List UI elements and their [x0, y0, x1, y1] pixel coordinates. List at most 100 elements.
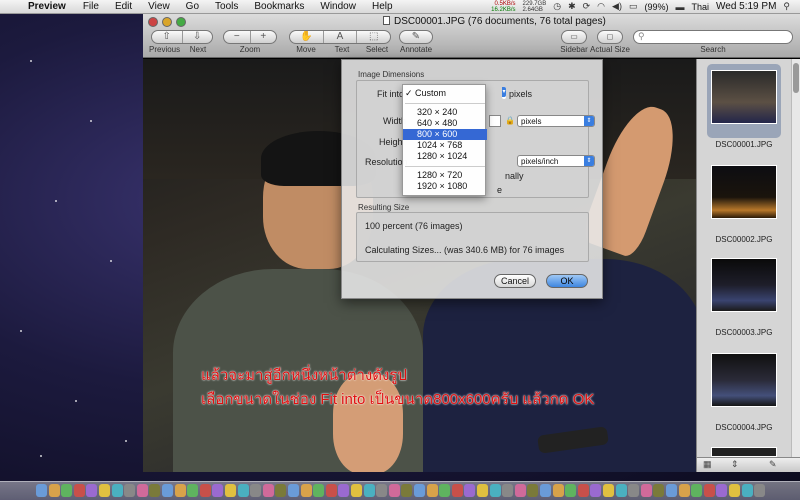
spotlight-icon[interactable]: ⚲ — [783, 1, 790, 12]
dock-app-icon[interactable] — [48, 484, 60, 497]
dock-app-icon[interactable] — [540, 484, 551, 497]
text-tool-button[interactable]: A — [324, 31, 358, 43]
dock-app-icon[interactable] — [603, 484, 614, 497]
sort-icon[interactable]: ⇕ — [731, 459, 739, 470]
dock-app-icon[interactable] — [552, 484, 564, 497]
dock-app-icon[interactable] — [439, 484, 451, 497]
dock-app-icon[interactable] — [212, 484, 224, 497]
dock-app-icon[interactable] — [61, 484, 73, 497]
menu-item-800x600[interactable]: 800 × 600 — [403, 129, 487, 140]
menu-view[interactable]: View — [140, 1, 178, 12]
search-input[interactable]: ⚲ — [633, 30, 793, 44]
dock-app-icon[interactable] — [502, 484, 514, 497]
dock-app-icon[interactable] — [754, 484, 766, 497]
menu-item-640x480[interactable]: 640 × 480 — [403, 118, 487, 129]
thumbnail-4[interactable] — [707, 347, 781, 421]
menu-tools[interactable]: Tools — [207, 1, 246, 12]
dock-app-icon[interactable] — [565, 484, 577, 497]
dock-app-icon[interactable] — [590, 484, 602, 497]
menu-item-1920x1080[interactable]: 1920 × 1080 — [403, 181, 487, 192]
annotate-button[interactable]: ✎ — [399, 30, 433, 44]
thumbnail-5[interactable] — [707, 441, 781, 457]
dock-app-icon[interactable] — [187, 484, 199, 497]
cancel-button[interactable]: Cancel — [494, 274, 536, 288]
battery-icon[interactable]: ▭ — [629, 1, 638, 12]
wifi-icon[interactable]: ◠ — [597, 1, 605, 12]
grid-view-icon[interactable]: ▦ — [703, 459, 712, 470]
menu-file[interactable]: File — [75, 1, 107, 12]
ok-button[interactable]: OK — [546, 274, 588, 288]
resolution-unit-popup[interactable]: pixels/inch ⇕ — [517, 155, 595, 167]
dock-app-icon[interactable] — [86, 484, 98, 497]
menu-edit[interactable]: Edit — [107, 1, 140, 12]
dock-app-icon[interactable] — [250, 484, 262, 497]
dock-app-icon[interactable] — [300, 484, 312, 497]
dock-app-icon[interactable] — [237, 484, 249, 497]
dock-app-icon[interactable] — [199, 484, 211, 497]
dock-app-icon[interactable] — [401, 484, 413, 497]
dock-app-icon[interactable] — [640, 484, 652, 497]
menu-item-1280x1024[interactable]: 1280 × 1024 — [403, 151, 487, 162]
thumbnail-2[interactable] — [707, 159, 781, 233]
battery-percent[interactable]: (99%) — [644, 2, 668, 12]
disk-monitor[interactable]: 229.7GB 2.64GB — [523, 1, 547, 13]
dock-app-icon[interactable] — [414, 484, 425, 497]
dock-app-icon[interactable] — [489, 484, 501, 497]
dock-app-icon[interactable] — [36, 484, 47, 497]
minimize-icon[interactable] — [162, 17, 172, 27]
menu-bookmarks[interactable]: Bookmarks — [246, 1, 312, 12]
thumbnail-3[interactable] — [707, 252, 781, 326]
width-unit-popup[interactable]: pixels ⇕ — [517, 115, 595, 127]
dock-app-icon[interactable] — [162, 484, 173, 497]
dock-app-icon[interactable] — [716, 484, 728, 497]
dock-app-icon[interactable] — [388, 484, 400, 497]
thumbnail-scrollbar[interactable] — [791, 59, 800, 457]
dock-app-icon[interactable] — [615, 484, 627, 497]
dock-app-icon[interactable] — [149, 484, 161, 497]
time-machine-icon[interactable]: ◷ — [553, 1, 561, 12]
dock-app-icon[interactable] — [426, 484, 438, 497]
dock-app-icon[interactable] — [678, 484, 690, 497]
width-field[interactable] — [489, 115, 501, 127]
dock-app-icon[interactable] — [363, 484, 375, 497]
menu-item-1024x768[interactable]: 1024 × 768 — [403, 140, 487, 151]
dock-app-icon[interactable] — [703, 484, 715, 497]
dock-app-icon[interactable] — [136, 484, 148, 497]
dock-app-icon[interactable] — [225, 484, 236, 497]
previous-button[interactable]: ⇧ — [152, 31, 183, 43]
dock-app-icon[interactable] — [527, 484, 539, 497]
dock-app-icon[interactable] — [124, 484, 136, 497]
dock-app-icon[interactable] — [99, 484, 110, 497]
dock-app-icon[interactable] — [653, 484, 665, 497]
dock-app-icon[interactable] — [691, 484, 703, 497]
fit-into-popup-arrow[interactable]: ▾ — [502, 87, 506, 99]
dock-app-icon[interactable] — [741, 484, 753, 497]
next-button[interactable]: ⇩ — [183, 31, 213, 43]
dock-app-icon[interactable] — [628, 484, 640, 497]
dock-app-icon[interactable] — [73, 484, 85, 497]
actual-size-button[interactable]: ◻ — [597, 30, 623, 44]
dock-app-icon[interactable] — [514, 484, 526, 497]
menu-item-320x240[interactable]: 320 × 240 — [403, 107, 487, 118]
move-tool-button[interactable]: ✋ — [290, 31, 324, 43]
dock-app-icon[interactable] — [351, 484, 362, 497]
input-source[interactable]: Thai — [691, 2, 709, 12]
dock-app-icon[interactable] — [338, 484, 350, 497]
dock-app-icon[interactable] — [577, 484, 589, 497]
dock-app-icon[interactable] — [464, 484, 476, 497]
dock-app-icon[interactable] — [376, 484, 388, 497]
dock-app-icon[interactable] — [729, 484, 740, 497]
dock-app-icon[interactable] — [666, 484, 677, 497]
sync-icon[interactable]: ⟳ — [583, 1, 591, 12]
volume-icon[interactable]: ◀) — [612, 1, 622, 12]
dock-app-icon[interactable] — [313, 484, 325, 497]
menu-go[interactable]: Go — [178, 1, 207, 12]
dock-app-icon[interactable] — [477, 484, 488, 497]
zoom-in-button[interactable]: + — [251, 31, 277, 43]
menu-window[interactable]: Window — [312, 1, 364, 12]
network-monitor[interactable]: 0.5KB/s 16.2KB/s — [491, 1, 515, 13]
menu-item-1280x720[interactable]: 1280 × 720 — [403, 170, 487, 181]
dock-app-icon[interactable] — [451, 484, 463, 497]
close-icon[interactable] — [148, 17, 158, 27]
sidebar-button[interactable]: ▭ — [561, 30, 587, 44]
